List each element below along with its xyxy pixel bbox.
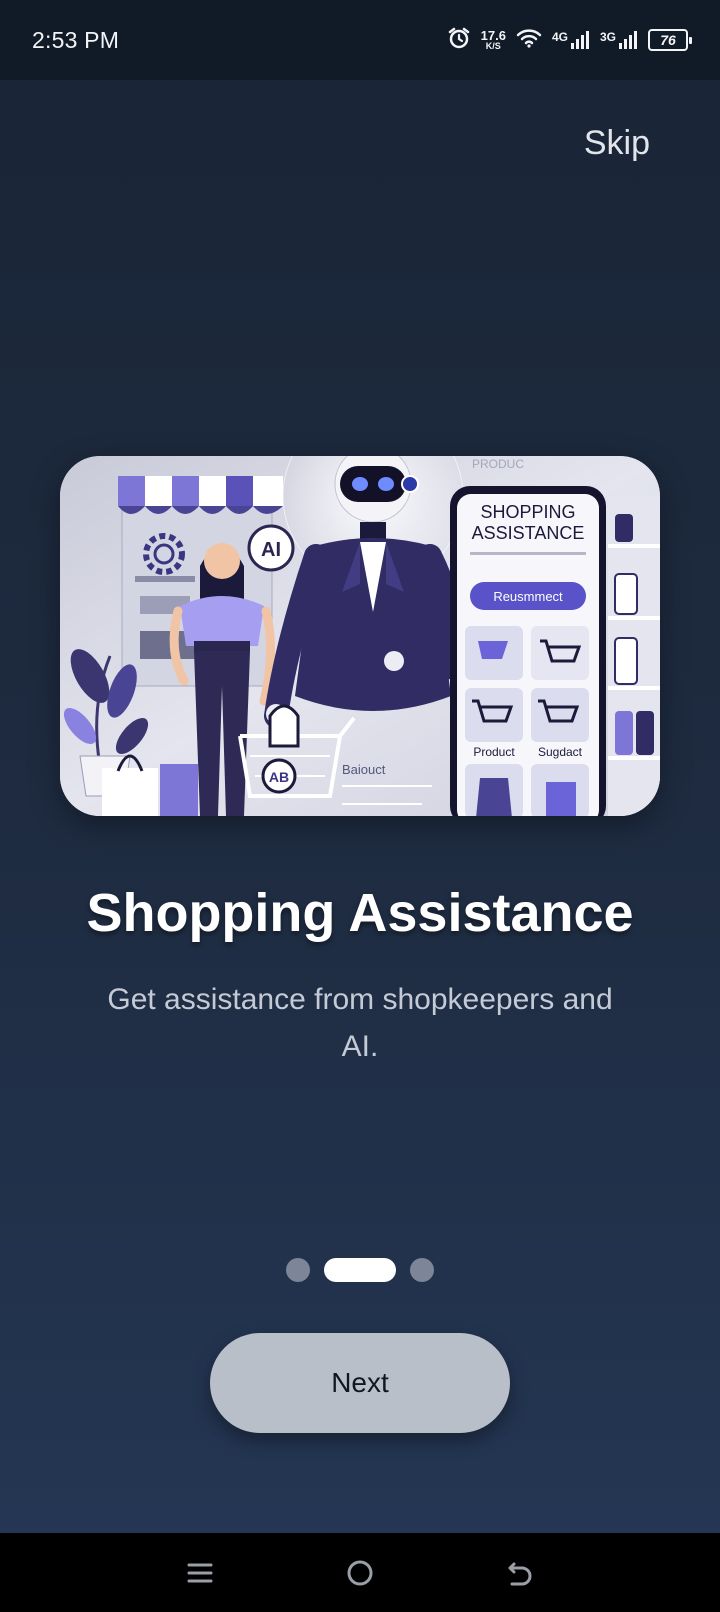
network-4g: 4G (552, 30, 590, 50)
shelf-label: Baiouct (342, 762, 386, 777)
phone-label-1: Product (473, 745, 515, 759)
page-indicator (0, 1258, 720, 1282)
ai-badge-label: AI (261, 539, 281, 561)
shelf-graphic (608, 496, 660, 816)
cart-badge-label: AB (269, 769, 289, 785)
phone-button-label: Reusmmect (493, 589, 563, 604)
next-button[interactable]: Next (210, 1333, 510, 1433)
network-3g: 3G (600, 30, 638, 50)
phone-title-line2: ASSISTANCE (472, 523, 585, 543)
net-speed-unit: K/S (485, 41, 501, 51)
onboarding-screen: Skip AI AB Baiouct PRODUC SHOPPING ASSIS… (0, 80, 720, 1533)
status-bar: 2:53 PM 17.6 K/S 4G 3G 76 (0, 0, 720, 80)
top-product-label: PRODUC (472, 457, 524, 471)
menu-icon[interactable] (176, 1549, 224, 1597)
skip-button[interactable]: Skip (584, 124, 650, 163)
hero-illustration: AI AB Baiouct PRODUC SHOPPING ASSISTANCE… (60, 456, 660, 816)
battery-icon: 76 (648, 29, 692, 51)
home-icon[interactable] (336, 1549, 384, 1597)
onboarding-title: Shopping Assistance (86, 883, 634, 943)
status-time: 2:53 PM (32, 26, 120, 53)
phone-mockup: SHOPPING ASSISTANCE Reusmmect Product Su… (450, 486, 606, 816)
onboarding-subtitle: Get assistance from shopkeepers and AI. (107, 983, 613, 1063)
phone-label-2: Sugdact (538, 745, 583, 759)
page-dot-2-active[interactable] (324, 1258, 396, 1282)
signal-icon (619, 31, 637, 49)
shopping-assistant-illustration: AI AB Baiouct PRODUC SHOPPING ASSISTANCE… (60, 456, 660, 816)
system-nav-bar (0, 1533, 720, 1612)
signal-icon (570, 31, 589, 49)
status-icons: 17.6 K/S 4G 3G 76 (447, 26, 692, 55)
page-dot-3[interactable] (410, 1258, 434, 1282)
back-icon[interactable] (496, 1549, 544, 1597)
wifi-icon (516, 27, 542, 54)
network-4g-label: 4G (551, 30, 568, 44)
alarm-icon (447, 26, 471, 55)
phone-title-line1: SHOPPING (480, 502, 575, 522)
page-dot-1[interactable] (286, 1258, 310, 1282)
net-speed: 17.6 K/S (481, 29, 506, 51)
battery-level: 76 (660, 32, 676, 48)
network-3g-label: 3G (599, 30, 616, 44)
